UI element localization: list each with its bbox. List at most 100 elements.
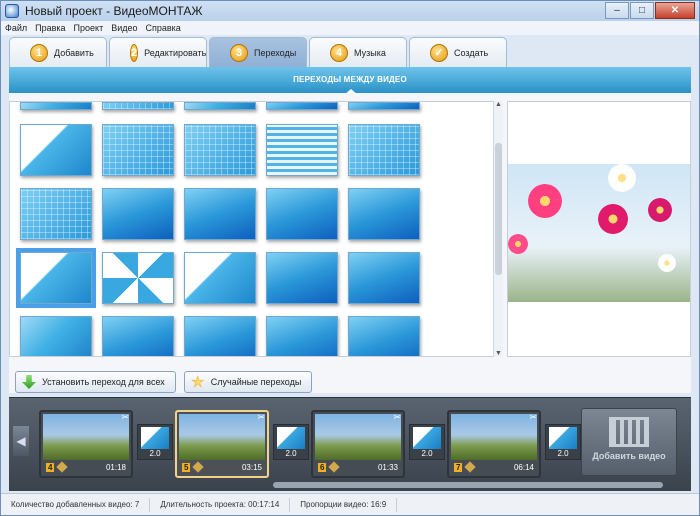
transition-thumb[interactable]	[266, 102, 338, 110]
timeline-transition[interactable]: 2.0	[273, 424, 309, 460]
tab-label: Редактировать	[144, 47, 207, 58]
menu-bar: Файл Правка Проект Видео Справка	[1, 21, 699, 35]
maximize-button[interactable]: □	[630, 2, 654, 19]
transition-thumbnail	[141, 427, 169, 449]
transition-thumbnail	[277, 427, 305, 449]
arrow-down-icon	[22, 375, 36, 389]
window-title: Новый проект - ВидеоМОНТАЖ	[25, 4, 203, 18]
timeline-clip[interactable]: ✂ 6 01:33	[311, 410, 405, 478]
scissors-icon[interactable]: ✂	[529, 412, 537, 423]
transition-thumb[interactable]	[102, 252, 174, 304]
menu-edit[interactable]: Правка	[31, 23, 69, 33]
clip-number: 7	[454, 462, 463, 472]
tab-edit[interactable]: 2 Редактировать	[109, 37, 207, 67]
transition-thumb[interactable]	[102, 124, 174, 176]
menu-file[interactable]: Файл	[1, 23, 31, 33]
clip-thumbnail	[43, 414, 129, 460]
clip-duration: 06:14	[513, 462, 534, 472]
transition-thumb[interactable]	[266, 316, 338, 356]
transition-duration: 2.0	[557, 449, 569, 458]
tab-create[interactable]: ✓ Создать	[409, 37, 507, 67]
clip-number: 6	[318, 462, 327, 472]
step-number-badge: 2	[130, 43, 139, 62]
transition-thumb[interactable]	[184, 124, 256, 176]
minimize-button[interactable]: –	[605, 2, 629, 19]
transition-thumb[interactable]	[266, 252, 338, 304]
clip-thumbnail	[315, 414, 401, 460]
transition-thumb[interactable]	[348, 124, 420, 176]
scroll-thumb[interactable]	[495, 143, 502, 275]
step-number-badge: 1	[30, 43, 48, 62]
pencil-icon[interactable]	[328, 461, 341, 473]
transition-thumb[interactable]	[266, 188, 338, 240]
transition-thumb[interactable]	[102, 188, 174, 240]
transition-thumb[interactable]	[266, 124, 338, 176]
random-transitions-button[interactable]: Случайные переходы	[183, 371, 313, 393]
timeline-prev-button[interactable]: ◀	[13, 426, 29, 456]
apply-all-button[interactable]: Установить переход для всех	[15, 371, 176, 393]
timeline-transition[interactable]: 2.0	[545, 424, 581, 460]
transition-thumb[interactable]	[184, 188, 256, 240]
timeline-scroll-thumb[interactable]	[273, 482, 663, 488]
grid-scrollbar[interactable]: ▲ ▼	[493, 101, 503, 357]
magic-wand-icon	[191, 375, 205, 388]
pencil-icon[interactable]	[464, 461, 477, 473]
transition-thumb[interactable]	[20, 188, 92, 240]
pencil-icon[interactable]	[192, 461, 205, 473]
transition-thumb[interactable]	[348, 316, 420, 356]
timeline-clip-selected[interactable]: ✂ 5 03:15	[175, 410, 269, 478]
menu-project[interactable]: Проект	[70, 23, 108, 33]
scroll-down-icon[interactable]: ▼	[495, 350, 502, 357]
random-transitions-label: Случайные переходы	[210, 377, 302, 387]
clip-number: 4	[46, 462, 55, 472]
status-bar: Количество добавленных видео: 7 Длительн…	[1, 493, 699, 515]
transition-thumb-selected[interactable]	[16, 248, 96, 308]
check-icon: ✓	[430, 43, 448, 62]
app-icon	[5, 4, 19, 18]
transition-thumb[interactable]	[348, 252, 420, 304]
tab-label: Добавить	[54, 47, 94, 58]
tab-add[interactable]: 1 Добавить	[9, 37, 107, 67]
scroll-up-icon[interactable]: ▲	[495, 101, 502, 108]
scissors-icon[interactable]: ✂	[121, 412, 129, 423]
transition-thumb[interactable]	[348, 102, 420, 110]
preview-pane	[507, 101, 691, 357]
transition-duration: 2.0	[149, 449, 161, 458]
title-bar: Новый проект - ВидеоМОНТАЖ – □ ✕	[1, 1, 699, 21]
clip-duration: 03:15	[241, 462, 262, 472]
menu-video[interactable]: Видео	[107, 23, 141, 33]
tab-transitions[interactable]: 3 Переходы	[209, 37, 307, 67]
transition-thumb[interactable]	[102, 102, 174, 110]
step-tabs: 1 Добавить 2 Редактировать 3 Переходы 4 …	[9, 37, 507, 67]
transition-thumb[interactable]	[184, 252, 256, 304]
scissors-icon[interactable]: ✂	[393, 412, 401, 423]
timeline: ◀ ✂ 4 01:18 2.0 ✂ 5 03:15 2.0 ✂ 6 01:33 …	[9, 397, 691, 491]
transition-thumb[interactable]	[102, 316, 174, 356]
transition-thumb[interactable]	[20, 124, 92, 176]
timeline-clip[interactable]: ✂ 7 06:14	[447, 410, 541, 478]
transition-thumbnail	[549, 427, 577, 449]
tab-music[interactable]: 4 Музыка	[309, 37, 407, 67]
add-video-label: Добавить видео	[592, 451, 666, 461]
tab-label: Создать	[454, 47, 489, 58]
app-window: Новый проект - ВидеоМОНТАЖ – □ ✕ Файл Пр…	[0, 0, 700, 516]
menu-help[interactable]: Справка	[142, 23, 185, 33]
transition-thumb[interactable]	[20, 102, 92, 110]
transition-duration: 2.0	[285, 449, 297, 458]
film-icon	[609, 417, 649, 447]
transition-thumb[interactable]	[184, 102, 256, 110]
timeline-clip[interactable]: ✂ 4 01:18	[39, 410, 133, 478]
timeline-transition[interactable]: 2.0	[409, 424, 445, 460]
transition-thumb[interactable]	[348, 188, 420, 240]
add-video-button[interactable]: Добавить видео	[581, 408, 677, 476]
apply-all-label: Установить переход для всех	[42, 377, 165, 387]
tab-label: Музыка	[354, 47, 386, 58]
scissors-icon[interactable]: ✂	[257, 412, 265, 423]
clip-duration: 01:18	[105, 462, 126, 472]
transition-thumb[interactable]	[20, 316, 92, 356]
timeline-scrollbar[interactable]	[273, 482, 663, 488]
transition-thumb[interactable]	[184, 316, 256, 356]
pencil-icon[interactable]	[56, 461, 69, 473]
close-button[interactable]: ✕	[655, 2, 695, 19]
timeline-transition[interactable]: 2.0	[137, 424, 173, 460]
